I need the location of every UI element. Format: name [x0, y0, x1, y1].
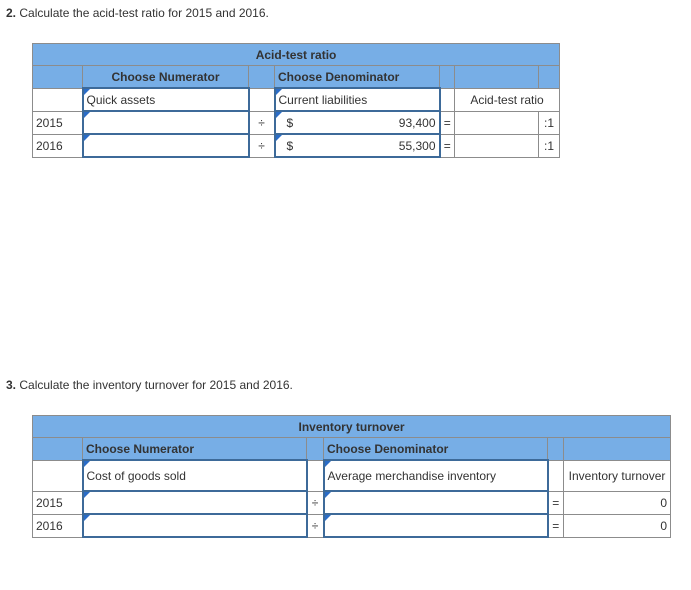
equals-symbol: = [439, 110, 455, 135]
divide-symbol: ÷ [248, 110, 275, 135]
numerator-select-value: Quick assets [86, 92, 156, 107]
label-blank [439, 87, 455, 112]
table-row: 2016 ÷ $55,300 = :1 [32, 133, 561, 158]
denominator-value: 55,300 [398, 138, 436, 153]
result-2015: 0 [562, 490, 672, 515]
question-2-prompt: 2. Calculate the acid-test ratio for 201… [6, 6, 269, 20]
result-2016: 0 [562, 513, 672, 538]
result-input-2016[interactable] [454, 133, 539, 158]
denominator-input-2016[interactable] [322, 513, 549, 538]
table-row: 2015 ÷ $93,400 = :1 [32, 110, 561, 135]
question-3-prompt: 3. Calculate the inventory turnover for … [6, 378, 293, 392]
label-blank [248, 87, 275, 112]
dropdown-flag-icon [84, 90, 90, 95]
input-flag-icon [84, 113, 90, 118]
input-flag-icon [84, 516, 90, 521]
question-2-text: Calculate the acid-test ratio for 2015 a… [19, 6, 269, 20]
label-blank [32, 87, 83, 112]
numerator-select-value: Cost of goods sold [86, 468, 186, 483]
divide-symbol: ÷ [306, 490, 324, 515]
equals-symbol: = [547, 513, 564, 538]
dropdown-flag-icon [84, 462, 90, 467]
question-3-text: Calculate the inventory turnover for 201… [19, 378, 293, 392]
numerator-input-2015[interactable] [81, 110, 250, 135]
acid-test-title: Acid-test ratio [31, 43, 561, 66]
acid-test-table: Acid-test ratio Choose Numerator Choose … [31, 43, 561, 158]
label-blank [547, 459, 564, 492]
header-blank [454, 65, 539, 89]
inventory-turnover-title: Inventory turnover [31, 415, 672, 438]
dropdown-flag-icon [325, 462, 331, 467]
denominator-input-2015[interactable] [322, 490, 549, 515]
result-label: Acid-test ratio [453, 87, 561, 112]
year-label: 2016 [32, 513, 83, 538]
denominator-select-value: Current liabilities [278, 92, 368, 107]
table-row: 2016 ÷ = 0 [32, 513, 672, 538]
denominator-input-2015[interactable]: $93,400 [273, 110, 441, 135]
input-flag-icon [276, 113, 282, 118]
denominator-value: 93,400 [398, 115, 436, 130]
denominator-header: Choose Denominator [323, 437, 548, 461]
input-flag-icon [84, 136, 90, 141]
denominator-select[interactable]: Average merchandise inventory [322, 459, 549, 492]
question-2-number: 2. [6, 6, 17, 20]
header-blank [306, 437, 324, 461]
year-label: 2016 [32, 133, 83, 158]
input-flag-icon [325, 493, 331, 498]
input-flag-icon [84, 493, 90, 498]
numerator-input-2016[interactable] [81, 513, 308, 538]
header-blank [439, 65, 455, 89]
year-label: 2015 [32, 110, 83, 135]
numerator-select[interactable]: Quick assets [81, 87, 250, 112]
label-blank [32, 459, 83, 492]
numerator-select[interactable]: Cost of goods sold [81, 459, 308, 492]
header-blank [248, 65, 275, 89]
label-blank [306, 459, 324, 492]
denominator-select[interactable]: Current liabilities [273, 87, 441, 112]
numerator-header: Choose Numerator [82, 437, 307, 461]
numerator-input-2016[interactable] [81, 133, 250, 158]
equals-symbol: = [439, 133, 455, 158]
dropdown-flag-icon [276, 90, 282, 95]
denominator-input-2016[interactable]: $55,300 [273, 133, 441, 158]
header-blank [547, 437, 564, 461]
denominator-header: Choose Denominator [274, 65, 440, 89]
header-blank [562, 437, 672, 461]
numerator-header: Choose Numerator [82, 65, 249, 89]
input-flag-icon [325, 516, 331, 521]
inventory-turnover-table: Inventory turnover Choose Numerator Choo… [31, 415, 672, 538]
input-flag-icon [276, 136, 282, 141]
equals-symbol: = [547, 490, 564, 515]
header-blank [537, 65, 561, 89]
table-row: 2015 ÷ = 0 [32, 490, 672, 515]
numerator-input-2015[interactable] [81, 490, 308, 515]
divide-symbol: ÷ [306, 513, 324, 538]
ratio-suffix: :1 [537, 133, 561, 158]
question-3-number: 3. [6, 378, 17, 392]
result-label: Inventory turnover [562, 459, 672, 492]
result-input-2015[interactable] [454, 110, 539, 135]
header-blank [32, 65, 83, 89]
header-blank [32, 437, 83, 461]
year-label: 2015 [32, 490, 83, 515]
denominator-select-value: Average merchandise inventory [327, 468, 497, 483]
ratio-suffix: :1 [537, 110, 561, 135]
divide-symbol: ÷ [248, 133, 275, 158]
